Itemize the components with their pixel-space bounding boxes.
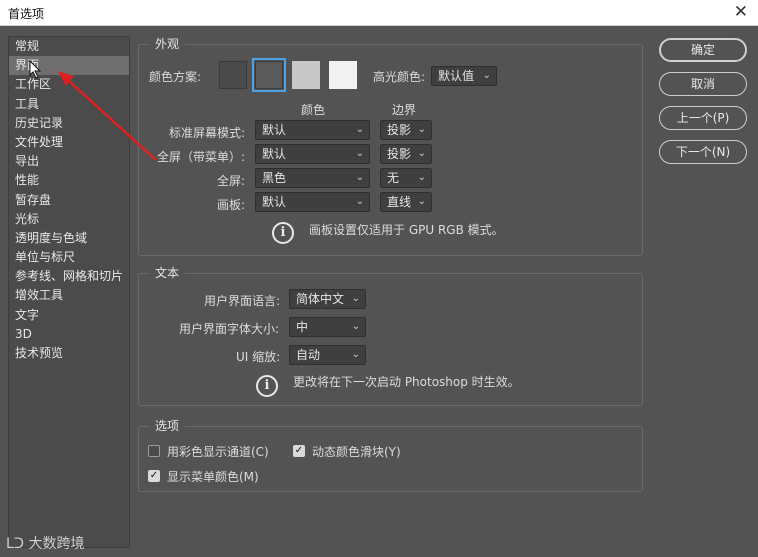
dynamic-sliders-label[interactable]: 动态颜色滑块(Y) (312, 443, 401, 460)
chevron-down-icon: ⌄ (417, 124, 426, 135)
sidebar-item-tools[interactable]: 工具 (9, 95, 129, 114)
watermark-logo-icon: ᒪᑐ (6, 536, 25, 552)
chevron-down-icon: ⌄ (417, 148, 426, 159)
row-label-fullscreen: 全屏: (217, 174, 246, 188)
chevron-down-icon: ⌄ (355, 148, 364, 159)
chevron-down-icon: ⌄ (355, 196, 364, 207)
title-bar: 首选项 ✕ (0, 0, 758, 26)
select-value: 直线 (387, 195, 412, 209)
restart-note: 更改将在下一次启动 Photoshop 时生效。 (293, 375, 520, 389)
options-group: 选项 用彩色显示通道(C) ✓ 动态颜色滑块(Y) ✓ 显示菜单颜色(M) (138, 417, 643, 492)
artboard-border-select[interactable]: 直线 ⌄ (380, 192, 432, 212)
info-icon: i (272, 222, 294, 244)
ok-button[interactable]: 确定 (659, 38, 747, 62)
chevron-down-icon: ⌄ (417, 196, 426, 207)
select-value: 简体中文 (296, 292, 345, 306)
chevron-down-icon: ⌄ (351, 349, 360, 360)
ui-font-size-label: 用户界面字体大小: (179, 322, 280, 336)
watermark-text: 大数跨境 (28, 536, 85, 552)
cancel-button[interactable]: 取消 (659, 72, 747, 96)
chevron-down-icon: ⌄ (482, 70, 491, 81)
info-icon: i (256, 375, 278, 397)
sidebar-item-workspace[interactable]: 工作区 (9, 75, 129, 94)
chevron-down-icon: ⌄ (351, 293, 360, 304)
close-icon[interactable]: ✕ (734, 2, 748, 22)
sidebar-item-units-rulers[interactable]: 单位与标尺 (9, 248, 129, 267)
ui-scale-select[interactable]: 自动 ⌄ (289, 345, 366, 365)
prev-button[interactable]: 上一个(P) (659, 106, 747, 130)
sidebar-item-export[interactable]: 导出 (9, 152, 129, 171)
sidebar-item-cursors[interactable]: 光标 (9, 210, 129, 229)
row-label-artboard: 画板: (217, 198, 246, 212)
artboard-note: 画板设置仅适用于 GPU RGB 模式。 (309, 223, 504, 237)
select-value: 自动 (296, 348, 321, 362)
show-menu-colors-checkbox[interactable]: ✓ (148, 470, 160, 482)
standard-screen-border-select[interactable]: 投影 ⌄ (380, 120, 432, 140)
select-value: 默认 (262, 195, 287, 209)
show-menu-colors-label[interactable]: 显示菜单颜色(M) (167, 468, 259, 485)
dynamic-sliders-checkbox[interactable]: ✓ (293, 445, 305, 457)
artboard-color-select[interactable]: 默认 ⌄ (255, 192, 370, 212)
appearance-title: 外观 (149, 35, 186, 52)
select-value: 默认 (262, 123, 287, 137)
column-color-header: 颜色 (301, 103, 326, 117)
select-value: 黑色 (262, 171, 287, 185)
highlight-color-label: 高光颜色: (373, 70, 426, 84)
select-value: 投影 (387, 147, 412, 161)
watermark: ᒪᑐ 大数跨境 (6, 533, 84, 553)
swatch-medium-dark[interactable] (252, 58, 286, 92)
chevron-down-icon: ⌄ (355, 172, 364, 183)
chevron-down-icon: ⌄ (351, 321, 360, 332)
ui-font-size-select[interactable]: 中 ⌄ (289, 317, 366, 337)
show-channels-color-label[interactable]: 用彩色显示通道(C) (167, 443, 269, 460)
highlight-color-select[interactable]: 默认值 ⌄ (431, 66, 497, 86)
options-title: 选项 (149, 417, 186, 434)
select-value: 默认 (262, 147, 287, 161)
column-border-header: 边界 (392, 103, 417, 117)
row-label-standard-screen: 标准屏幕模式: (169, 126, 246, 140)
sidebar-item-scratch-disks[interactable]: 暂存盘 (9, 191, 129, 210)
ui-language-label: 用户界面语言: (204, 294, 281, 308)
appearance-group: 外观 颜色方案: 高光颜色: 默认值 ⌄ 颜色 边界 标准屏幕模式: 默认 ⌄ 投… (138, 35, 643, 256)
color-scheme-swatches (217, 58, 367, 92)
sidebar-item-guides-grid[interactable]: 参考线、网格和切片 (9, 267, 129, 286)
sidebar-item-3d[interactable]: 3D (9, 325, 129, 344)
sidebar-item-interface[interactable]: 界面 (9, 56, 129, 76)
sidebar-item-history[interactable]: 历史记录 (9, 114, 129, 133)
text-group: 文本 用户界面语言: 简体中文 ⌄ 用户界面字体大小: 中 ⌄ UI 缩放: 自动 ⌄… (138, 264, 643, 406)
sidebar-item-general[interactable]: 常规 (9, 37, 129, 56)
swatch-dark[interactable] (219, 61, 247, 89)
show-channels-color-checkbox[interactable] (148, 445, 160, 457)
sidebar-item-file-handling[interactable]: 文件处理 (9, 133, 129, 152)
window-title: 首选项 (8, 7, 45, 21)
swatch-light[interactable] (329, 61, 357, 89)
ui-language-select[interactable]: 简体中文 ⌄ (289, 289, 366, 309)
color-scheme-label: 颜色方案: (149, 70, 202, 84)
sidebar: 常规 界面 工作区 工具 历史记录 文件处理 导出 性能 暂存盘 光标 透明度与… (8, 36, 130, 548)
sidebar-item-plugins[interactable]: 增效工具 (9, 286, 129, 305)
ui-scale-label: UI 缩放: (236, 350, 281, 364)
text-title: 文本 (149, 264, 186, 281)
fullscreen-menu-color-select[interactable]: 默认 ⌄ (255, 144, 370, 164)
fullscreen-border-select[interactable]: 无 ⌄ (380, 168, 432, 188)
row-label-fullscreen-menu: 全屏（带菜单）: (157, 150, 246, 164)
fullscreen-color-select[interactable]: 黑色 ⌄ (255, 168, 370, 188)
sidebar-item-type[interactable]: 文字 (9, 306, 129, 325)
sidebar-item-tech-preview[interactable]: 技术预览 (9, 344, 129, 363)
highlight-color-value: 默认值 (438, 69, 475, 83)
select-value: 中 (296, 320, 309, 334)
sidebar-item-performance[interactable]: 性能 (9, 171, 129, 190)
fullscreen-menu-border-select[interactable]: 投影 ⌄ (380, 144, 432, 164)
next-button[interactable]: 下一个(N) (659, 140, 747, 164)
select-value: 投影 (387, 123, 412, 137)
swatch-medium-light[interactable] (292, 61, 320, 89)
select-value: 无 (387, 171, 400, 185)
standard-screen-color-select[interactable]: 默认 ⌄ (255, 120, 370, 140)
sidebar-item-transparency-gamut[interactable]: 透明度与色域 (9, 229, 129, 248)
chevron-down-icon: ⌄ (417, 172, 426, 183)
chevron-down-icon: ⌄ (355, 124, 364, 135)
